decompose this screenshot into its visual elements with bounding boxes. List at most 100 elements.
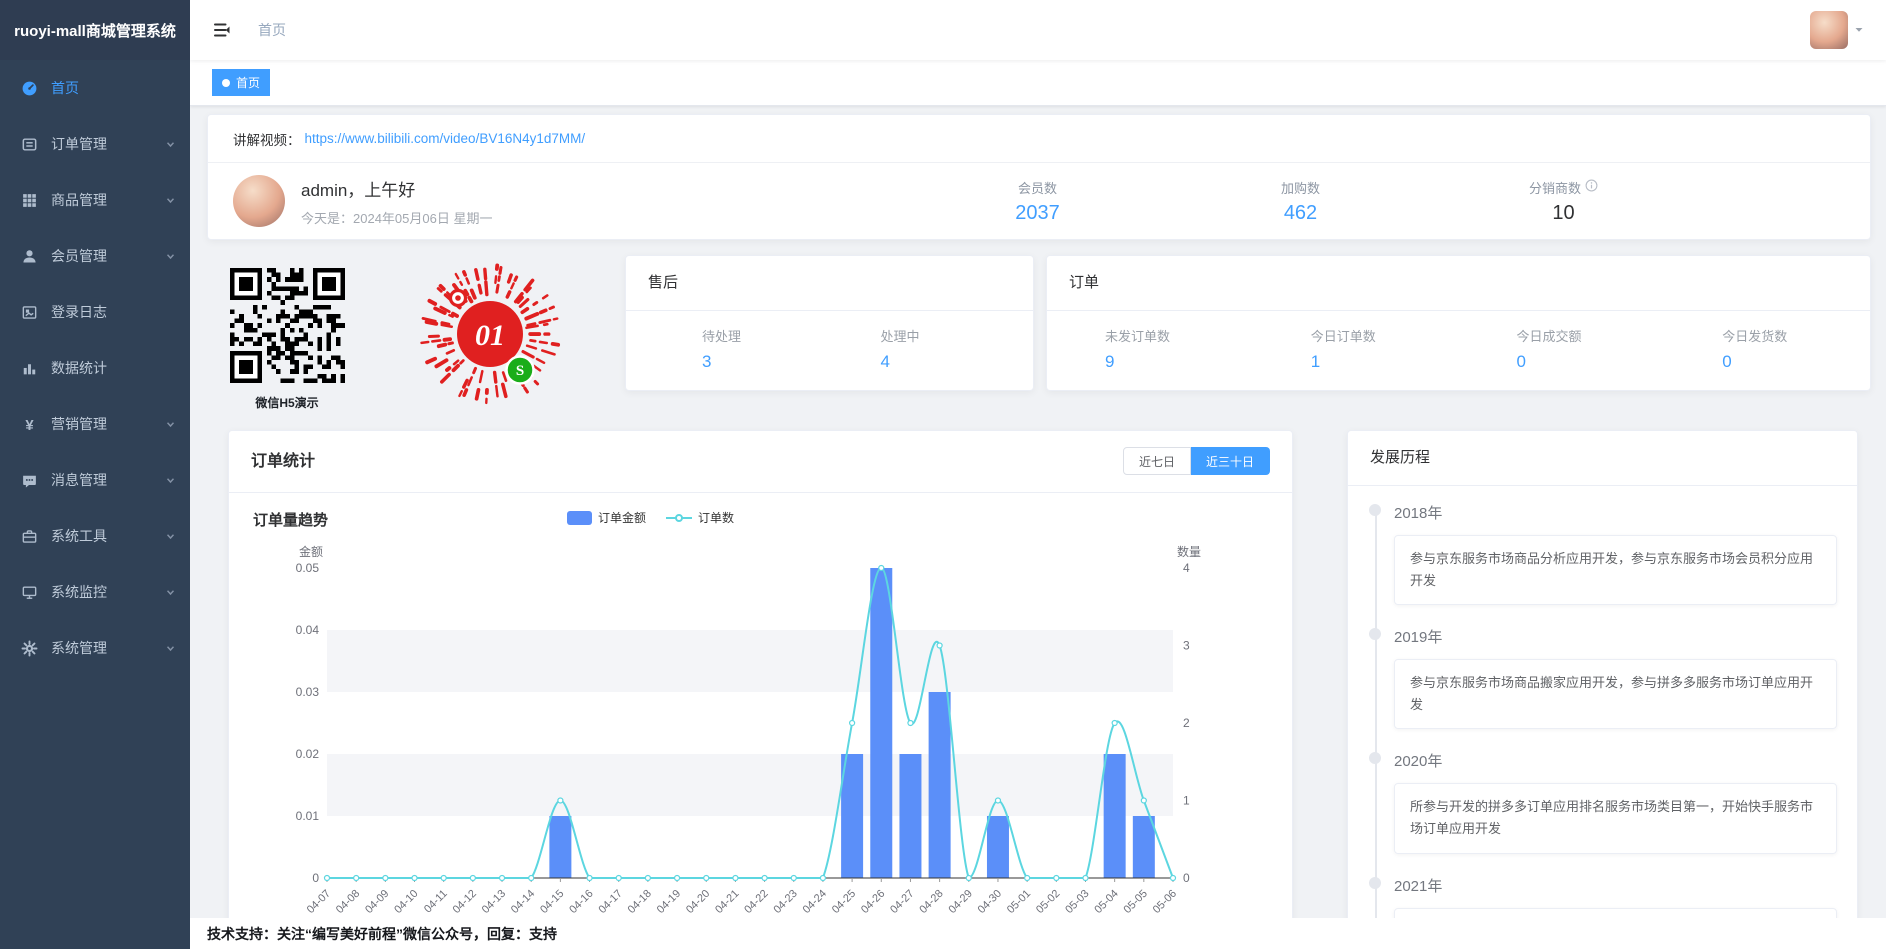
svg-text:04-07: 04-07 — [305, 888, 333, 916]
history-card: 发展历程 2018年参与京东服务市场商品分析应用开发，参与京东服务市场会员积分应… — [1347, 430, 1858, 949]
legend-label: 订单数 — [698, 509, 734, 526]
timeline-dot — [1369, 752, 1381, 764]
svg-text:04-28: 04-28 — [917, 888, 945, 916]
legend-item-amount[interactable]: 订单金额 — [567, 509, 646, 526]
timeline-year: 2019年 — [1394, 626, 1837, 647]
sidebar-item-sys-monitor[interactable]: 系统监控 — [0, 564, 190, 620]
tag-label: 首页 — [236, 74, 260, 91]
stat-分销商数: 分销商数10 — [1432, 178, 1695, 225]
user-avatar — [233, 175, 285, 227]
stat-今日订单数: 今日订单数1 — [1253, 326, 1459, 372]
timeline-text: 所参与开发的拼多多订单应用排名服务市场类目第一，开始快手服务市场订单应用开发 — [1394, 783, 1837, 853]
svg-text:3: 3 — [1183, 639, 1190, 653]
svg-text:04-20: 04-20 — [684, 888, 712, 916]
gear-icon — [20, 639, 38, 657]
stat-value: 4 — [881, 352, 1034, 372]
sidebar-item-goods[interactable]: 商品管理 — [0, 172, 190, 228]
avatar[interactable] — [1810, 11, 1848, 49]
user-dropdown[interactable] — [1810, 11, 1864, 49]
svg-text:04-18: 04-18 — [626, 888, 654, 916]
tags-view: 首页 — [190, 60, 1886, 106]
video-row: 讲解视频： https://www.bilibili.com/video/BV1… — [208, 115, 1870, 163]
svg-text:05-06: 05-06 — [1151, 888, 1179, 916]
svg-text:04-30: 04-30 — [976, 888, 1004, 916]
timeline-text: 参与京东服务市场商品分析应用开发，参与京东服务市场会员积分应用开发 — [1394, 535, 1837, 605]
timeline-year: 2020年 — [1394, 750, 1837, 771]
sidebar-item-label: 消息管理 — [51, 470, 107, 490]
legend-item-count[interactable]: 订单数 — [666, 509, 734, 526]
sidebar-item-sys-manage[interactable]: 系统管理 — [0, 620, 190, 676]
stat-label: 未发订单数 — [1105, 326, 1253, 345]
chevron-down-icon — [165, 531, 176, 542]
marketing-icon: ¥ — [20, 415, 38, 433]
bar-swatch — [567, 511, 592, 525]
svg-text:04-17: 04-17 — [596, 888, 624, 916]
log-icon — [20, 303, 38, 321]
sidebar-item-members[interactable]: 会员管理 — [0, 228, 190, 284]
svg-text:04-12: 04-12 — [451, 888, 479, 916]
svg-text:05-02: 05-02 — [1034, 888, 1062, 916]
sidebar-item-messages[interactable]: 消息管理 — [0, 452, 190, 508]
tag-home[interactable]: 首页 — [212, 69, 270, 96]
goods-icon — [20, 191, 38, 209]
sidebar-item-label: 会员管理 — [51, 246, 107, 266]
line-swatch-circle — [675, 514, 683, 522]
sidebar-item-data-stats[interactable]: 数据统计 — [0, 340, 190, 396]
svg-text:0: 0 — [312, 871, 319, 885]
chevron-down-icon — [165, 643, 176, 654]
range-button-group: 近七日近三十日 — [1123, 447, 1270, 475]
timeline-item: 2018年参与京东服务市场商品分析应用开发，参与京东服务市场会员积分应用开发 — [1394, 502, 1837, 605]
svg-text:04-14: 04-14 — [509, 888, 537, 916]
order-title: 订单 — [1047, 256, 1870, 311]
svg-text:0: 0 — [1183, 871, 1190, 885]
svg-text:04-10: 04-10 — [392, 888, 420, 916]
sidebar-item-sys-tools[interactable]: 系统工具 — [0, 508, 190, 564]
stat-value: 3 — [702, 352, 855, 372]
svg-text:04-29: 04-29 — [947, 888, 975, 916]
sidebar-item-home[interactable]: 首页 — [0, 60, 190, 116]
video-label: 讲解视频： — [233, 129, 301, 149]
svg-text:04-23: 04-23 — [771, 888, 799, 916]
stat-今日发货数: 今日发货数0 — [1664, 326, 1870, 372]
member-icon — [20, 247, 38, 265]
svg-text:0.03: 0.03 — [296, 685, 320, 699]
svg-text:0.02: 0.02 — [296, 747, 320, 761]
breadcrumb[interactable]: 首页 — [258, 20, 286, 40]
svg-text:04-11: 04-11 — [422, 888, 450, 916]
timeline-item: 2020年所参与开发的拼多多订单应用排名服务市场类目第一，开始快手服务市场订单应… — [1394, 750, 1837, 853]
sidebar-toggle-icon[interactable] — [212, 20, 232, 40]
stat-label: 处理中 — [881, 326, 1034, 345]
svg-text:05-01: 05-01 — [1005, 888, 1033, 916]
chevron-down-icon — [165, 587, 176, 598]
timeline-dot — [1369, 628, 1381, 640]
chevron-down-icon — [165, 139, 176, 150]
svg-text:4: 4 — [1183, 561, 1190, 575]
sidebar-item-marketing[interactable]: ¥营销管理 — [0, 396, 190, 452]
stat-未发订单数: 未发订单数 9 — [1047, 326, 1253, 372]
stat-value: 9 — [1105, 352, 1253, 372]
svg-text:04-16: 04-16 — [567, 888, 595, 916]
stat-处理中: 处理中 4 — [855, 326, 1034, 372]
sidebar-item-login-log[interactable]: 登录日志 — [0, 284, 190, 340]
chart-subtitle: 订单量趋势 — [253, 509, 1268, 530]
order-stats: 未发订单数9今日订单数1今日成交额0今日发货数0 — [1047, 311, 1870, 372]
svg-text:04-25: 04-25 — [830, 888, 858, 916]
chart-body: 订单量趋势 订单金额订单数 金额数量00.010.020.030.040.050… — [229, 493, 1292, 940]
user-row: admin，上午好 今天是：2024年05月06日 星期一 会员数2037加购数… — [208, 163, 1870, 239]
history-title: 发展历程 — [1348, 431, 1857, 486]
svg-text:0.05: 0.05 — [296, 561, 320, 575]
stat-value: 2037 — [906, 202, 1169, 225]
sidebar-item-label: 订单管理 — [51, 134, 107, 154]
stat-value: 0 — [1722, 352, 1870, 372]
range-button-30d[interactable]: 近三十日 — [1191, 447, 1270, 475]
stat-label: 会员数 — [1018, 178, 1057, 197]
stat-label: 加购数 — [1281, 178, 1320, 197]
svg-text:04-15: 04-15 — [538, 888, 566, 916]
video-link[interactable]: https://www.bilibili.com/video/BV16N4y1d… — [305, 131, 586, 146]
sidebar-item-orders[interactable]: 订单管理 — [0, 116, 190, 172]
sidebar-menu: 首页订单管理商品管理会员管理登录日志数据统计¥营销管理消息管理系统工具系统监控系… — [0, 60, 190, 676]
range-button-7d[interactable]: 近七日 — [1123, 447, 1191, 475]
svg-text:04-27: 04-27 — [888, 888, 916, 916]
info-icon[interactable] — [1585, 179, 1598, 195]
h5-qr-block: 微信H5演示 — [228, 268, 346, 411]
